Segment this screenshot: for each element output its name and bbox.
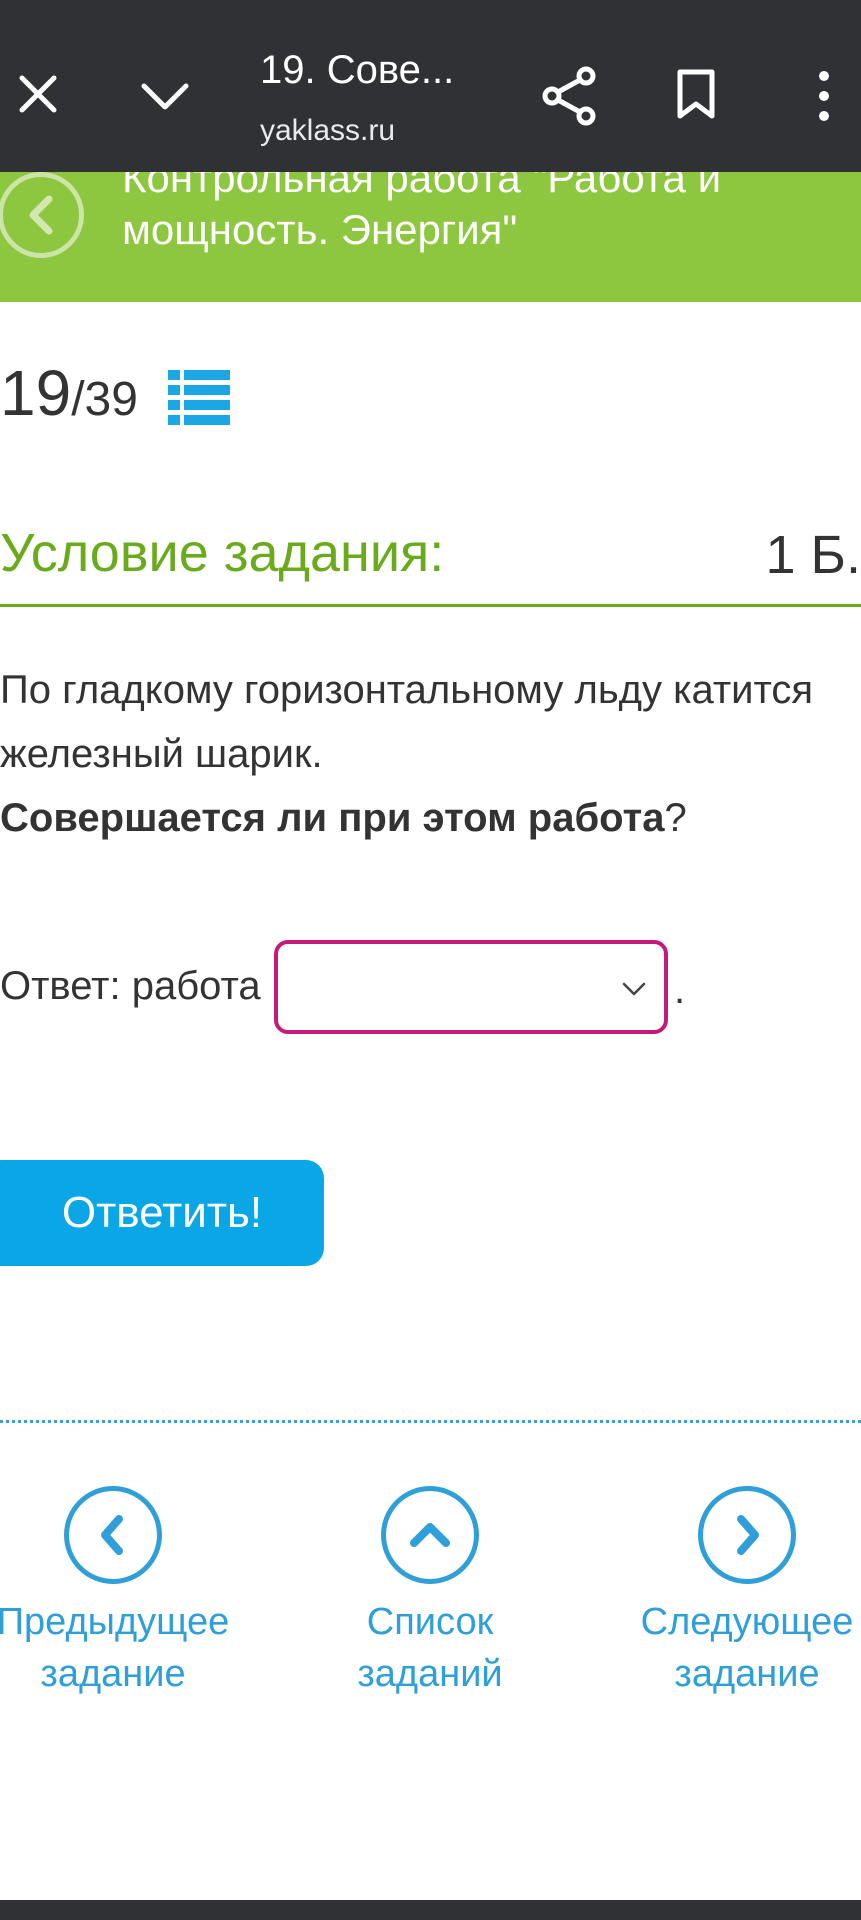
task-list-link[interactable]: Список заданий [300, 1486, 560, 1700]
chevron-right-icon [737, 1515, 759, 1555]
nav-divider [0, 1420, 861, 1423]
answer-select[interactable] [274, 940, 668, 1034]
task-list-circle [381, 1486, 479, 1584]
submit-answer-button[interactable]: Ответить! [0, 1160, 324, 1266]
task-list-label-line1: Список [366, 1601, 494, 1643]
chevron-down-icon [622, 982, 646, 996]
next-task-label-line1: Следующее [640, 1601, 854, 1643]
chevron-left-icon [29, 195, 53, 235]
task-list-label-line2: заданий [357, 1653, 503, 1695]
next-task-link[interactable]: Следующее задание [617, 1486, 861, 1700]
condition-divider [0, 604, 861, 607]
answer-label: Ответ: работа [0, 964, 261, 1008]
prev-task-link[interactable]: Предыдущее задание [0, 1486, 243, 1700]
bookmark-icon[interactable] [676, 68, 716, 120]
task-counter: 19/39 [0, 356, 138, 430]
prev-task-label: Предыдущее задание [0, 1596, 243, 1700]
browser-toolbar: 19. Сове... yaklass.ru [0, 0, 861, 172]
question-line: По гладкому горизонтальному льду катится… [0, 668, 814, 776]
prev-task-circle [64, 1486, 162, 1584]
task-current: 19 [0, 357, 72, 429]
course-header: Контрольная работа "Работа и мощность. Э… [0, 172, 861, 302]
question-mark: ? [664, 796, 687, 840]
share-icon[interactable] [542, 66, 596, 126]
answer-period: . [674, 968, 686, 1012]
task-list-icon[interactable] [168, 368, 230, 426]
page: 19. Сове... yaklass.ru Контрольная работ… [0, 0, 861, 1920]
next-task-label-line2: задание [674, 1653, 820, 1695]
back-button[interactable] [0, 172, 84, 258]
prev-task-label-line2: задание [40, 1653, 186, 1695]
system-nav-bar [0, 1900, 861, 1920]
chevron-up-icon [410, 1523, 450, 1547]
task-points: 1 Б. [765, 525, 861, 585]
next-task-label: Следующее задание [617, 1596, 861, 1700]
chevron-down-icon[interactable] [140, 80, 190, 112]
task-list-label: Список заданий [300, 1596, 560, 1700]
tab-url[interactable]: yaklass.ru [260, 114, 395, 148]
close-icon[interactable] [16, 72, 60, 116]
prev-task-label-line1: Предыдущее [0, 1601, 230, 1643]
more-vertical-icon[interactable] [814, 70, 834, 122]
next-task-circle [698, 1486, 796, 1584]
condition-title: Условие задания: [0, 523, 445, 583]
tab-title[interactable]: 19. Сове... [260, 48, 454, 93]
task-total: /39 [71, 373, 138, 426]
chevron-left-icon [101, 1515, 123, 1555]
question-text: По гладкому горизонтальному льду катится… [0, 658, 861, 850]
question-bold: Совершается ли при этом работа [0, 796, 665, 840]
course-title: Контрольная работа "Работа и мощность. Э… [122, 172, 722, 253]
